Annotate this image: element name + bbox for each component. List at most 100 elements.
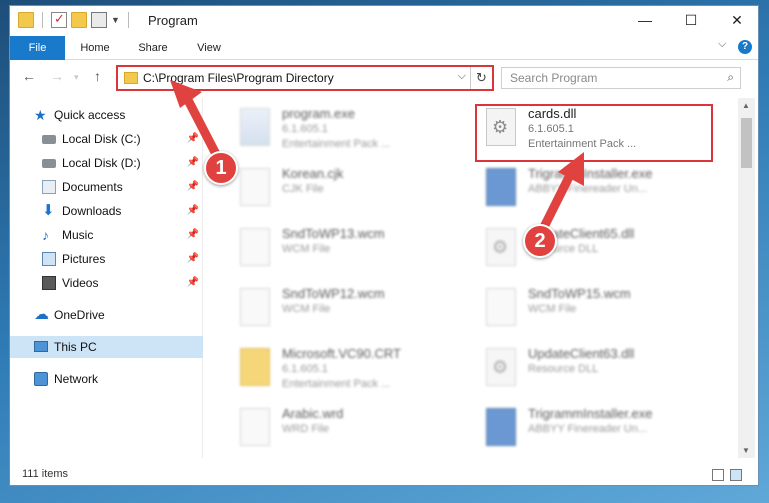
file-type: ABBYY Finereader Un...	[528, 423, 648, 435]
file-type: Resource DLL	[528, 363, 599, 375]
app-icon	[486, 168, 516, 206]
file-description: Entertainment Pack ...	[282, 378, 391, 390]
sidebar-item-onedrive[interactable]: ☁ OneDrive	[10, 304, 203, 326]
large-icons-view-icon[interactable]	[730, 469, 742, 481]
scroll-up-icon[interactable]: ▲	[742, 101, 750, 110]
file-item[interactable]: program.exe 6.1.605.1 Entertainment Pack…	[234, 102, 474, 160]
scroll-down-icon[interactable]: ▼	[742, 446, 750, 455]
sidebar-item-label: Local Disk (D:)	[62, 156, 141, 170]
details-view-icon[interactable]	[712, 469, 724, 481]
maximize-button[interactable]: ☐	[668, 6, 714, 36]
navigation-pane: ★ Quick access Local Disk (C:) 📌 Local D…	[10, 98, 203, 458]
file-type: CJK File	[282, 183, 324, 195]
explorer-window: ▼ Program — ☐ ✕ File Home Share View ⌵ ?…	[9, 5, 759, 486]
help-icon[interactable]: ?	[738, 40, 752, 54]
back-arrow-icon[interactable]: ←	[22, 68, 36, 84]
file-item[interactable]: SndToWP12.wcm WCM File	[234, 282, 474, 340]
refresh-icon[interactable]: ↻	[470, 67, 492, 89]
app-icon	[486, 408, 516, 446]
sidebar-item-label: Documents	[62, 180, 123, 194]
file-item[interactable]: TrigrammInstaller.exe ABBYY Finereader U…	[480, 162, 720, 220]
pin-icon[interactable]: 📌	[187, 200, 199, 222]
properties-check-icon[interactable]	[51, 11, 67, 28]
sidebar-item-local-disk-c[interactable]: Local Disk (C:) 📌	[10, 128, 203, 150]
cards-dll-highlight	[475, 104, 713, 162]
file-item[interactable]: SndToWP15.wcm WCM File	[480, 282, 720, 340]
vertical-scrollbar[interactable]: ▲ ▼	[738, 98, 755, 458]
sidebar-item-music[interactable]: ♪ Music 📌	[10, 224, 203, 246]
pin-icon[interactable]: 📌	[187, 272, 199, 294]
file-type: WRD File	[282, 423, 330, 435]
file-name: TrigrammInstaller.exe	[528, 166, 653, 181]
file-item[interactable]: TrigrammInstaller.exe ABBYY Finereader U…	[480, 402, 720, 458]
file-icon	[240, 408, 270, 446]
new-folder-icon[interactable]	[71, 12, 87, 28]
search-input[interactable]: Search Program ⌕	[501, 67, 741, 89]
sidebar-item-documents[interactable]: Documents 📌	[10, 176, 203, 198]
ribbon-tabs: File Home Share View ⌵ ?	[10, 36, 758, 60]
forward-arrow-icon[interactable]: →	[50, 68, 64, 84]
pin-icon[interactable]: 📌	[187, 224, 199, 246]
file-name: SndToWP15.wcm	[528, 286, 631, 301]
pin-icon[interactable]: 📌	[187, 152, 199, 174]
tab-share[interactable]: Share	[128, 36, 178, 60]
sidebar-item-quick-access[interactable]: ★ Quick access	[10, 104, 203, 126]
scrollbar-thumb[interactable]	[741, 118, 752, 168]
exe-icon	[240, 108, 270, 146]
star-icon: ★	[34, 107, 47, 123]
sidebar-item-label: Local Disk (C:)	[62, 132, 141, 146]
sidebar-item-label: OneDrive	[54, 308, 105, 322]
sidebar-item-local-disk-d[interactable]: Local Disk (D:) 📌	[10, 152, 203, 174]
close-button[interactable]: ✕	[714, 6, 760, 36]
sidebar-item-label: Downloads	[62, 204, 122, 218]
file-item[interactable]: SndToWP13.wcm WCM File	[234, 222, 474, 280]
tab-view[interactable]: View	[184, 36, 234, 60]
download-icon: ⬇	[42, 202, 55, 219]
sidebar-item-network[interactable]: Network	[10, 368, 203, 390]
drive-icon	[42, 135, 56, 144]
file-item[interactable]: UpdateClient65.dll Resource DLL	[480, 222, 720, 280]
file-name: Korean.cjk	[282, 166, 344, 181]
pin-icon[interactable]: 📌	[187, 248, 199, 270]
file-icon	[486, 288, 516, 326]
pictures-icon	[42, 252, 56, 266]
file-name: TrigrammInstaller.exe	[528, 406, 653, 421]
view-options-icon[interactable]	[91, 12, 107, 28]
minimize-button[interactable]: —	[622, 6, 668, 36]
pin-icon[interactable]: 📌	[187, 128, 199, 150]
customize-toolbar-chevron-icon[interactable]: ▼	[111, 15, 120, 25]
file-name: SndToWP13.wcm	[282, 226, 385, 241]
file-item[interactable]: Arabic.wrd WRD File	[234, 402, 474, 458]
address-dropdown-chevron-icon[interactable]: ⌵	[458, 70, 466, 83]
recent-locations-chevron-icon[interactable]: ▾	[74, 72, 79, 83]
sidebar-item-downloads[interactable]: ⬇ Downloads 📌	[10, 200, 203, 222]
tab-home[interactable]: Home	[70, 36, 120, 60]
file-type: 6.1.605.1	[282, 363, 328, 375]
drive-icon	[42, 159, 56, 168]
file-name: Arabic.wrd	[282, 406, 344, 421]
sidebar-item-pictures[interactable]: Pictures 📌	[10, 248, 203, 270]
callout-badge-1: 1	[204, 151, 238, 185]
videos-icon	[42, 276, 56, 290]
tab-file[interactable]: File	[10, 36, 65, 60]
file-name: program.exe	[282, 106, 355, 121]
file-type: WCM File	[528, 303, 577, 315]
dll-icon	[486, 348, 516, 386]
up-arrow-icon[interactable]: ↑	[94, 68, 101, 84]
item-count: 111 items	[22, 468, 69, 480]
file-item[interactable]: Korean.cjk CJK File	[234, 162, 474, 220]
file-name: UpdateClient63.dll	[528, 346, 635, 361]
folder-icon	[18, 12, 34, 28]
dll-icon	[486, 228, 516, 266]
address-bar[interactable]: C:\Program Files\Program Directory ⌵ ↻	[116, 65, 494, 91]
file-name: Microsoft.VC90.CRT	[282, 346, 401, 361]
status-bar: 111 items	[10, 464, 758, 486]
expand-ribbon-chevron-icon[interactable]: ⌵	[718, 38, 726, 51]
file-item[interactable]: Microsoft.VC90.CRT 6.1.605.1 Entertainme…	[234, 342, 474, 400]
sidebar-item-videos[interactable]: Videos 📌	[10, 272, 203, 294]
pin-icon[interactable]: 📌	[187, 176, 199, 198]
search-placeholder: Search Program	[510, 71, 598, 85]
sidebar-item-label: Pictures	[62, 252, 106, 266]
sidebar-item-this-pc[interactable]: This PC	[10, 336, 203, 358]
file-item[interactable]: UpdateClient63.dll Resource DLL	[480, 342, 720, 400]
